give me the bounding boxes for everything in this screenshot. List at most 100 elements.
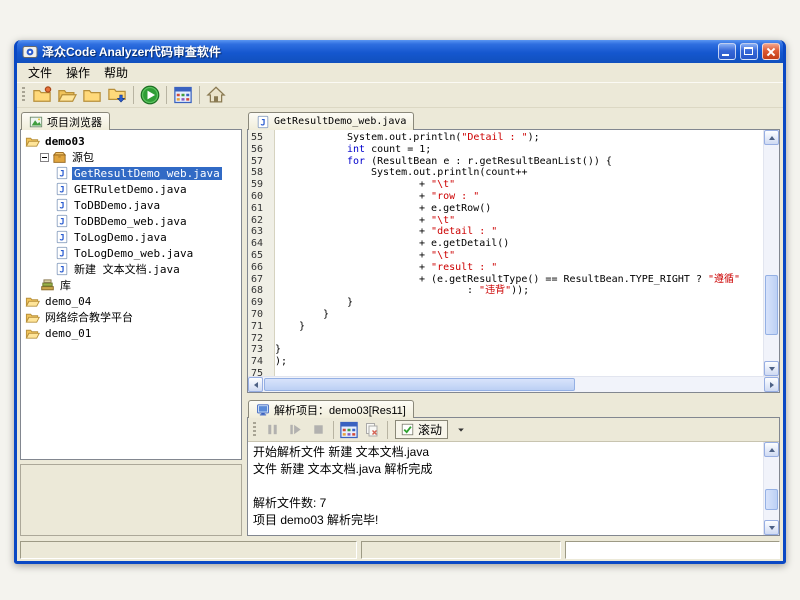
folder-open-icon — [57, 85, 77, 105]
tree-item[interactable]: JToDBDemo_web.java — [21, 213, 241, 229]
line-number: 57 — [248, 156, 274, 168]
java-file-icon: J — [55, 246, 69, 260]
status-field[interactable] — [565, 541, 780, 559]
open-project-button[interactable] — [56, 84, 78, 106]
scroll-right-button[interactable] — [764, 377, 779, 392]
report-icon — [173, 85, 193, 105]
tree-expander-icon[interactable] — [40, 153, 49, 162]
parse-log[interactable]: 开始解析文件 新建 文本文档.java文件 新建 文本文档.java 解析完成 … — [248, 442, 763, 535]
project-tree: demo03源包JGetResultDemo_web.javaJGETRulet… — [20, 129, 242, 460]
menu-file[interactable]: 文件 — [21, 62, 59, 83]
scroll-left-button[interactable] — [248, 377, 263, 392]
tree-item[interactable]: J ToLogDemo.java — [21, 229, 241, 245]
scroll-track[interactable] — [764, 457, 779, 520]
more-options-button[interactable] — [451, 420, 471, 440]
scroll-toggle[interactable]: 滚动 — [395, 420, 448, 439]
svg-text:J: J — [59, 233, 64, 243]
explorer-tab-icon — [29, 115, 43, 129]
parse-output-box: 滚动 开始解析文件 新建 文本文档.java文件 新建 文本文档.java 解析… — [247, 417, 780, 536]
close-button[interactable] — [762, 43, 780, 60]
line-number: 65 — [248, 250, 274, 262]
tree-item[interactable]: demo_04 — [21, 293, 241, 309]
minimize-button[interactable] — [718, 43, 736, 60]
tree-item[interactable]: JToDBDemo.java — [21, 197, 241, 213]
tab-editor-file[interactable]: J GetResultDemo_web.java — [248, 112, 414, 130]
code-line: System.out.println("Detail : "); — [275, 132, 763, 144]
editor-panel: J GetResultDemo_web.java 555657585960616… — [247, 111, 780, 393]
code-editor[interactable]: 5556575859606162636465666768697071727374… — [247, 129, 780, 393]
line-number: 67 — [248, 274, 274, 286]
menu-help[interactable]: 帮助 — [97, 62, 135, 83]
maximize-button[interactable] — [740, 43, 758, 60]
tree-item[interactable]: JGetResultDemo_web.java — [21, 165, 241, 181]
scroll-up-button[interactable] — [764, 442, 779, 457]
svg-text:J: J — [59, 185, 64, 195]
java-file-icon: J — [256, 115, 270, 129]
scroll-thumb[interactable] — [765, 489, 778, 510]
code-line: } — [275, 309, 763, 321]
hscroll-track[interactable] — [263, 377, 764, 392]
tab-parse-project[interactable]: 解析项目：demo03[Res11] — [248, 400, 414, 418]
copy-icon — [364, 422, 380, 438]
home-icon — [206, 85, 226, 105]
scroll-down-button[interactable] — [764, 520, 779, 535]
tree-item[interactable]: demo03 — [21, 133, 241, 149]
tree-item-label: 源包 — [70, 149, 96, 165]
toolbar-separator — [387, 421, 388, 439]
tree-item-label: 库 — [58, 277, 73, 293]
titlebar[interactable]: 泽众Code Analyzer代码审查软件 — [17, 40, 783, 63]
log-vscrollbar[interactable] — [763, 442, 779, 535]
menu-operate[interactable]: 操作 — [59, 62, 97, 83]
tree-item-label: ToLogDemo.java — [72, 231, 169, 244]
run-analysis-button[interactable] — [139, 84, 161, 106]
line-number: 68 — [248, 285, 274, 297]
line-number: 66 — [248, 262, 274, 274]
svg-text:J: J — [59, 201, 64, 211]
scroll-thumb[interactable] — [765, 275, 778, 335]
copy-result-button[interactable] — [362, 420, 382, 440]
code-line: for (ResultBean e : r.getResultBeanList(… — [275, 156, 763, 168]
log-line: 开始解析文件 新建 文本文档.java — [253, 444, 758, 461]
tree-item-label: demo_01 — [43, 327, 93, 340]
tree-item[interactable]: 网络综合教学平台 — [21, 309, 241, 325]
dropdown-arrow-icon — [456, 425, 466, 435]
editor-hscrollbar[interactable] — [248, 376, 779, 392]
svg-text:J: J — [59, 265, 64, 275]
scroll-track[interactable] — [764, 145, 779, 361]
tree-item[interactable]: 库 — [21, 277, 241, 293]
scroll-up-button[interactable] — [764, 130, 779, 145]
pause-button[interactable] — [262, 420, 282, 440]
pause-icon — [265, 422, 280, 437]
code-area[interactable]: System.out.println("Detail : ");int coun… — [275, 130, 763, 376]
close-project-button[interactable] — [81, 84, 103, 106]
tree-item-label: demo_04 — [43, 295, 93, 308]
scroll-down-button[interactable] — [764, 361, 779, 376]
tree-item[interactable]: JGETRuletDemo.java — [21, 181, 241, 197]
new-project-button[interactable] — [31, 84, 53, 106]
report-button[interactable] — [172, 84, 194, 106]
statusbar — [17, 539, 783, 561]
hscroll-thumb[interactable] — [264, 378, 575, 391]
editor-vscrollbar[interactable] — [763, 130, 779, 376]
run-icon — [140, 85, 160, 105]
tree-item[interactable]: demo_01 — [21, 325, 241, 341]
tree-item[interactable]: JToLogDemo_web.java — [21, 245, 241, 261]
tree-item[interactable]: J新建 文本文档.java — [21, 261, 241, 277]
tab-project-explorer[interactable]: 项目浏览器 — [21, 112, 110, 130]
import-project-button[interactable] — [106, 84, 128, 106]
line-number: 64 — [248, 238, 274, 250]
code-line: : "违背")); — [275, 285, 763, 297]
home-button[interactable] — [205, 84, 227, 106]
report-button[interactable] — [339, 420, 359, 440]
resume-button[interactable] — [285, 420, 305, 440]
java-file-icon: J — [55, 182, 69, 196]
stop-button[interactable] — [308, 420, 328, 440]
java-file-icon: J — [55, 214, 69, 228]
parse-tabstrip: 解析项目：demo03[Res11] — [247, 399, 780, 417]
scroll-toggle-label: 滚动 — [418, 421, 442, 438]
code-line: + (e.getResultType() == ResultBean.TYPE_… — [275, 274, 763, 286]
line-number: 71 — [248, 321, 274, 333]
code-line — [275, 333, 763, 345]
tree-item[interactable]: 源包 — [21, 149, 241, 165]
project-explorer-panel: 项目浏览器 demo03源包JGetResultDemo_web.javaJGE… — [20, 111, 242, 536]
